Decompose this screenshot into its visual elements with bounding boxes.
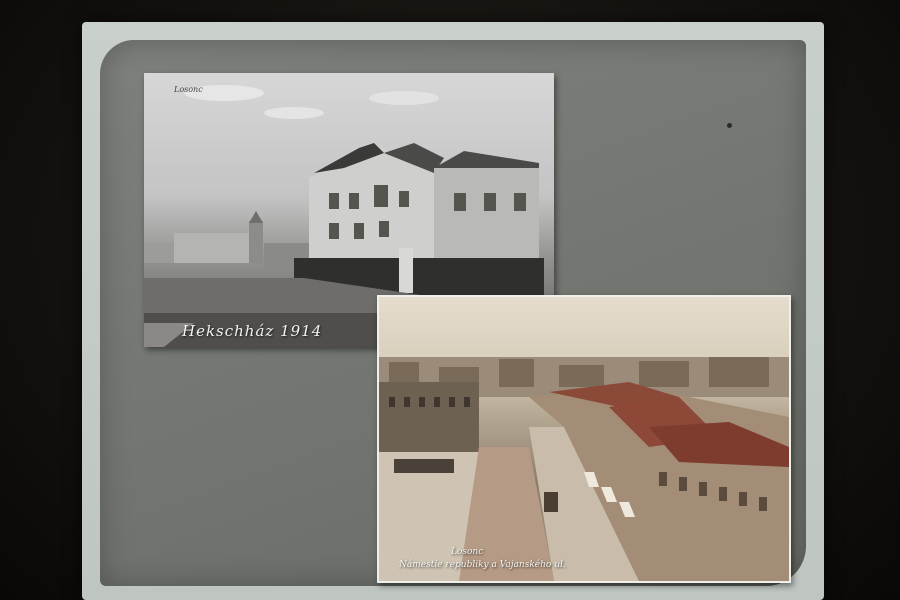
pin-right [727, 123, 732, 128]
photo-caption: Hekschház 1914 [182, 322, 323, 340]
historic-photo-square: Losonc Námestie republiky a Vajanského u… [377, 295, 791, 583]
photo-corner-label: Losonc [174, 85, 203, 94]
photo-caption-line1: Losonc [451, 547, 484, 557]
slide-panel: Losonc Hekschház 1914 Losonc Námestie re… [100, 40, 806, 586]
photo-caption-line2: Námestie republiky a Vajanského ul. [399, 560, 566, 570]
square-illustration [379, 357, 789, 581]
projection-screen: Losonc Hekschház 1914 Losonc Námestie re… [82, 22, 824, 600]
